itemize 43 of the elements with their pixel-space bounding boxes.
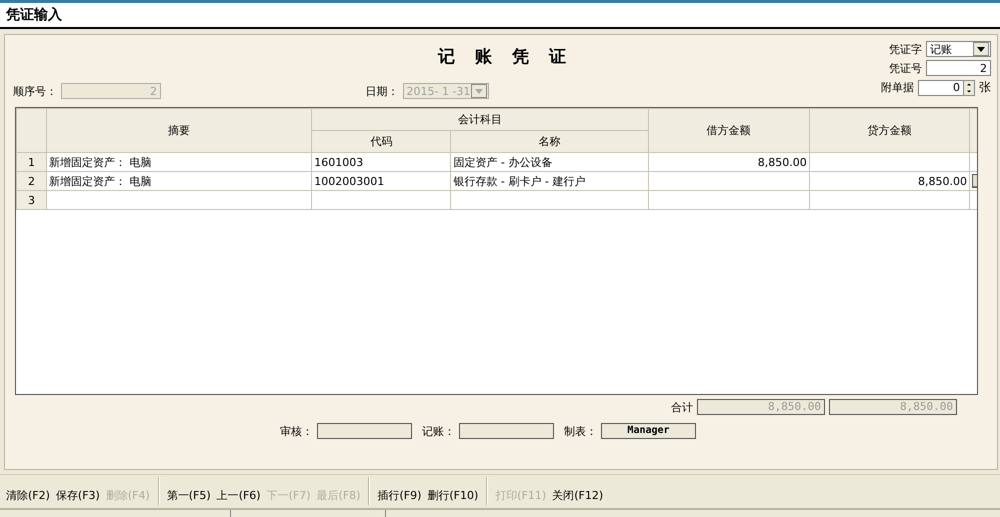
field-label: 凭证字 bbox=[889, 42, 922, 56]
debit-total-field: 8,850.00 bbox=[697, 399, 825, 415]
toolbar-button[interactable]: 第一(F5) bbox=[164, 486, 213, 505]
toolbar-button[interactable]: 保存(F3) bbox=[54, 486, 102, 505]
total-label: 合计 bbox=[671, 400, 693, 414]
table-cell: 1002003001 bbox=[312, 172, 451, 190]
table-cell: 银行存款 - 刷卡户 - 建行户 bbox=[450, 172, 648, 190]
table-cell: 8,850.00 bbox=[648, 152, 810, 172]
window-title: 凭证输入 bbox=[5, 6, 63, 25]
voucher-type-dropdown[interactable]: 记账 bbox=[926, 41, 991, 57]
voucher-title: 记 账 凭 证 bbox=[438, 46, 566, 68]
column-group-header: 会计科目 bbox=[312, 108, 648, 130]
table-cell: 8,850.00 bbox=[809, 172, 970, 190]
table-cell: 新增固定资产： 电脑 bbox=[46, 172, 312, 190]
voucher-number-field[interactable]: 2 bbox=[926, 60, 991, 76]
column-header: 代码 bbox=[312, 130, 451, 152]
field-label: 日期： bbox=[366, 84, 398, 98]
signature-field: Manager bbox=[601, 423, 696, 439]
column-header: 名称 bbox=[450, 130, 648, 152]
column-header: 贷方金额 bbox=[809, 108, 970, 152]
column-header: 摘要 bbox=[46, 108, 312, 152]
row-number: 2 bbox=[16, 172, 47, 190]
toolbar-button[interactable]: 清除(F2) bbox=[4, 486, 52, 505]
field-label: 记账： bbox=[422, 424, 455, 438]
toolbar-button[interactable]: 上一(F6) bbox=[214, 486, 263, 505]
table-cell: 新增固定资产： 电脑 bbox=[46, 152, 312, 172]
toolbar-button[interactable]: 删行(F10) bbox=[425, 486, 480, 505]
column-header: 借方金额 bbox=[648, 108, 810, 152]
attachments-field[interactable]: 0 bbox=[918, 80, 964, 96]
table-cell: 1601003 bbox=[312, 152, 451, 172]
field-label: 制表： bbox=[564, 424, 597, 438]
row-number: 1 bbox=[16, 152, 47, 172]
field-label: 审核： bbox=[280, 424, 313, 438]
field-label: 顺序号： bbox=[13, 84, 57, 98]
toolbar-button[interactable]: 关闭(F12) bbox=[550, 486, 606, 505]
spin-arrows-icon[interactable] bbox=[963, 80, 975, 96]
row-number: 3 bbox=[16, 190, 47, 210]
field-label: 附单据 bbox=[881, 80, 914, 95]
credit-total-field: 8,850.00 bbox=[829, 399, 957, 415]
unit-label: 张 bbox=[979, 79, 991, 96]
toolbar-button[interactable]: 插行(F9) bbox=[375, 486, 424, 505]
table-cell: 固定资产 - 办公设备 bbox=[450, 152, 648, 172]
field-label: 凭证号 bbox=[889, 60, 922, 76]
